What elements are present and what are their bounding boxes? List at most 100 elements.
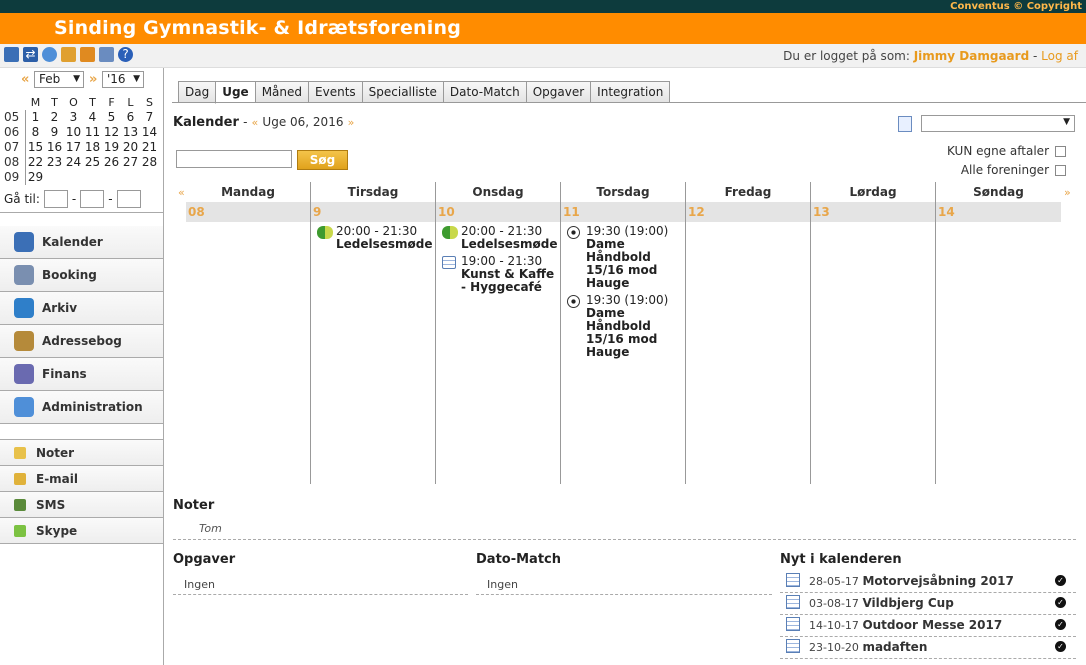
mini-calendar-day[interactable]: 3 [64,110,83,125]
nyt-item[interactable]: 03-08-17 Vildbjerg Cup ✓ [786,593,1076,615]
week-number[interactable]: 08 [4,155,26,170]
check-icon[interactable]: ✓ [1055,575,1066,586]
mini-calendar-day[interactable]: 12 [102,125,121,140]
next-week-arrow[interactable]: » [1064,186,1071,199]
mini-calendar-day[interactable]: 7 [140,110,159,125]
tool-sms[interactable]: SMS [0,492,163,518]
goto-month-input[interactable] [80,190,105,208]
day-column[interactable]: Fredag 12 [686,182,811,484]
all-assoc-checkbox[interactable] [1055,164,1066,176]
tool-e-mail[interactable]: E-mail [0,466,163,492]
calendar-event[interactable]: 20:00 - 21:30 Ledelsesmøde [314,225,435,251]
mini-calendar-day[interactable]: 22 [26,155,45,170]
tab-integration[interactable]: Integration [590,81,671,103]
day-column[interactable]: Torsdag 11 19:30 (19:00) Dame Håndbold 15/1… [561,182,686,484]
only-own-checkbox[interactable] [1055,145,1066,157]
check-icon[interactable]: ✓ [1055,619,1066,630]
mini-calendar-day[interactable]: 2 [45,110,64,125]
nyt-item[interactable]: 28-05-17 Motorvejsåbning 2017 ✓ [786,571,1076,593]
refresh-icon[interactable] [80,47,95,62]
module-finans[interactable]: Finans [0,358,163,391]
mini-calendar-day[interactable]: 17 [64,140,83,155]
mini-calendar-day[interactable]: 5 [102,110,121,125]
year-select[interactable]: '16 ▼ [102,71,144,88]
day-date[interactable]: 9 [311,202,435,222]
tab-dag[interactable]: Dag [178,81,216,103]
module-administration[interactable]: Administration [0,391,163,424]
week-number[interactable]: 05 [4,110,26,125]
calendar-filter-select[interactable]: ▼ [921,115,1075,132]
mini-calendar-day[interactable]: 9 [45,125,64,140]
nyt-item[interactable]: 23-10-20 madaften ✓ [786,637,1076,659]
mini-calendar-day[interactable]: 13 [121,125,140,140]
day-date[interactable]: 10 [436,202,560,222]
day-column[interactable]: Onsdag 10 20:00 - 21:30 Ledelsesmøde 19:00 -… [436,182,561,484]
week-number[interactable]: 06 [4,125,26,140]
tool-noter[interactable]: Noter [0,440,163,466]
day-date[interactable]: 13 [811,202,935,222]
tool-skype[interactable]: Skype [0,518,163,544]
mini-calendar-day[interactable]: 6 [121,110,140,125]
day-column[interactable]: Mandag 08 [186,182,311,484]
home-icon[interactable] [61,47,76,62]
month-select[interactable]: Feb ▼ [34,71,84,88]
mini-calendar-day[interactable]: 27 [121,155,140,170]
next-month-button[interactable]: » [89,72,97,87]
check-icon[interactable]: ✓ [1055,641,1066,652]
mini-calendar-day[interactable]: 10 [64,125,83,140]
tab-uge[interactable]: Uge [215,81,255,104]
tab-dato-match[interactable]: Dato-Match [442,81,526,103]
mini-calendar-day[interactable]: 15 [26,140,45,155]
screen-icon[interactable] [99,47,114,62]
help-icon[interactable]: ? [118,47,133,62]
calendar-event[interactable]: 20:00 - 21:30 Ledelsesmøde [439,225,560,251]
day-date[interactable]: 14 [936,202,1061,222]
next-week-button[interactable]: » [348,116,355,129]
calendar-icon[interactable] [4,47,19,62]
mini-calendar-day[interactable]: 21 [140,140,159,155]
mini-calendar-day[interactable]: 25 [83,155,102,170]
day-column[interactable]: Lørdag 13 [811,182,936,484]
module-arkiv[interactable]: Arkiv [0,292,163,325]
mini-calendar-day[interactable]: 23 [45,155,64,170]
mini-calendar-day[interactable]: 28 [140,155,159,170]
module-kalender[interactable]: Kalender [0,226,163,259]
document-icon[interactable] [898,116,912,132]
mini-calendar-day[interactable]: 26 [102,155,121,170]
prev-month-button[interactable]: « [21,72,29,87]
tab-måned[interactable]: Måned [254,81,309,103]
swap-arrows-icon[interactable]: ⇄ [23,47,38,62]
check-icon[interactable]: ✓ [1055,597,1066,608]
tab-opgaver[interactable]: Opgaver [525,81,591,103]
mini-calendar-day[interactable]: 4 [83,110,102,125]
goto-day-input[interactable] [43,190,68,208]
module-booking[interactable]: Booking [0,259,163,292]
day-date[interactable]: 08 [186,202,310,222]
mini-calendar-day[interactable]: 19 [102,140,121,155]
mini-calendar-day[interactable]: 8 [26,125,45,140]
search-button[interactable]: Søg [297,150,348,170]
mini-calendar-day[interactable]: 20 [121,140,140,155]
day-column[interactable]: Tirsdag 9 20:00 - 21:30 Ledelsesmøde [311,182,436,484]
mini-calendar-day[interactable]: 14 [140,125,159,140]
prev-week-button[interactable]: « [252,116,259,129]
mini-calendar-day[interactable]: 29 [26,170,45,185]
copyright-link[interactable]: Conventus © Copyright [950,1,1082,12]
goto-year-input[interactable] [116,190,141,208]
calendar-event[interactable]: 19:30 (19:00) Dame Håndbold 15/16 mod Hau… [564,225,685,290]
calendar-event[interactable]: 19:00 - 21:30 Kunst & Kaffe - Hyggecafé [439,255,560,294]
module-adressebog[interactable]: Adressebog [0,325,163,358]
tab-specialliste[interactable]: Specialliste [361,81,443,103]
mini-calendar-day[interactable]: 1 [26,110,45,125]
mini-calendar-day[interactable]: 16 [45,140,64,155]
prev-week-arrow[interactable]: « [178,186,185,199]
mini-calendar-day[interactable]: 24 [64,155,83,170]
logout-link[interactable]: Log af [1041,49,1078,63]
settings-icon[interactable] [42,47,57,62]
tab-events[interactable]: Events [308,81,362,103]
mini-calendar-day[interactable]: 11 [83,125,102,140]
calendar-event[interactable]: 19:30 (19:00) Dame Håndbold 15/16 mod Hau… [564,294,685,359]
day-column[interactable]: Søndag 14 [936,182,1061,484]
day-date[interactable]: 12 [686,202,810,222]
week-number[interactable]: 07 [4,140,26,155]
